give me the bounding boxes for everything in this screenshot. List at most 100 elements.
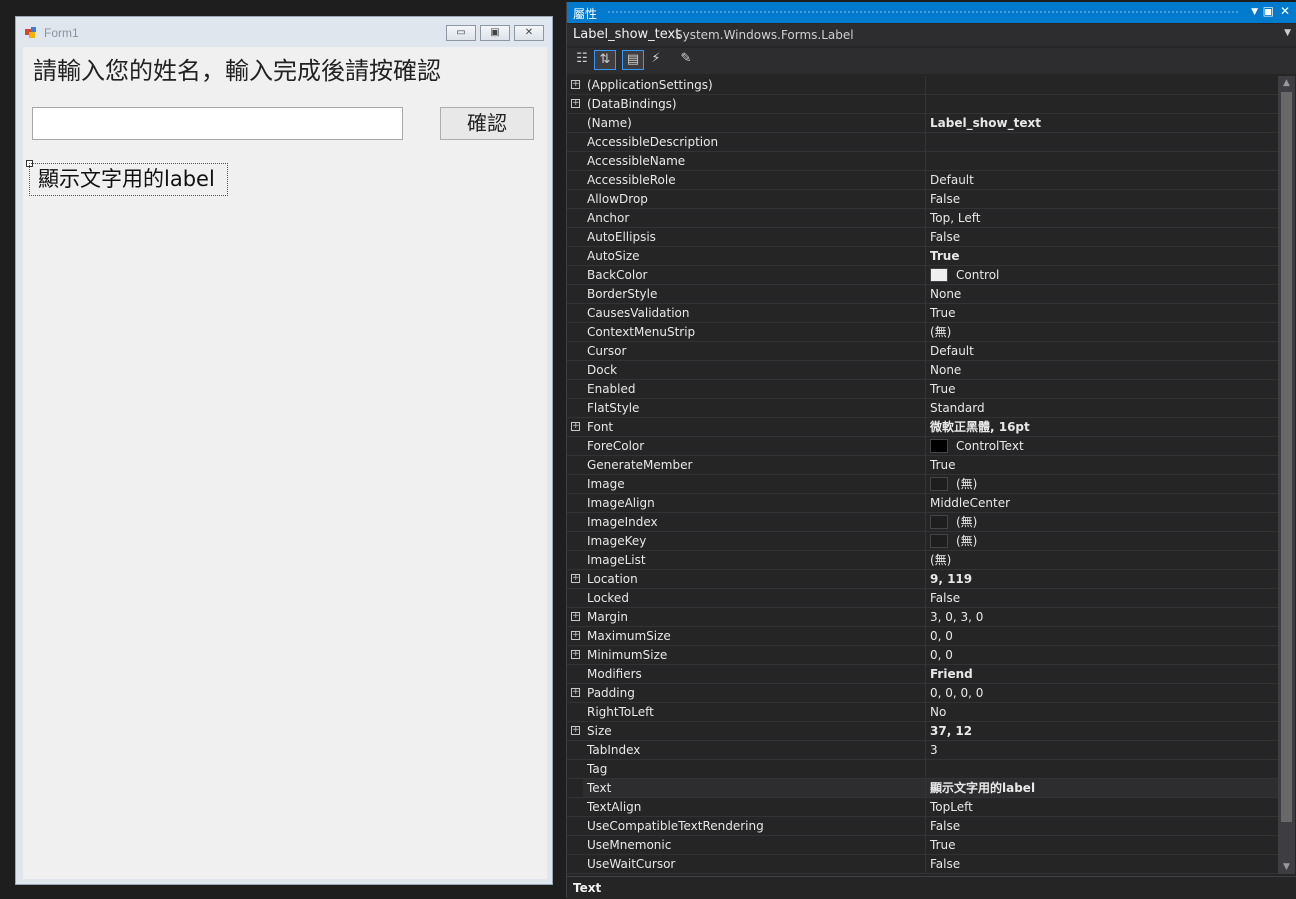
property-value[interactable]: (無) xyxy=(926,323,1278,341)
categorized-icon[interactable]: ☷ xyxy=(571,50,593,70)
maximize-icon[interactable]: ▣ xyxy=(1263,4,1274,18)
property-value[interactable]: False xyxy=(926,228,1278,246)
property-row[interactable]: Tag xyxy=(567,760,1278,779)
property-value[interactable]: 0, 0 xyxy=(926,627,1278,645)
property-row[interactable]: CausesValidation True xyxy=(567,304,1278,323)
property-row[interactable]: AutoEllipsis False xyxy=(567,228,1278,247)
property-value[interactable]: 0, 0, 0, 0 xyxy=(926,684,1278,702)
property-row[interactable]: BackColor Control xyxy=(567,266,1278,285)
property-row[interactable]: + (DataBindings) xyxy=(567,95,1278,114)
property-row[interactable]: AutoSize True xyxy=(567,247,1278,266)
form-window[interactable]: Form1 ▭ ▣ ✕ 請輸入您的姓名，輸入完成後請按確認 確認 顯示文字用的l… xyxy=(15,16,553,885)
expand-icon[interactable]: + xyxy=(571,650,580,659)
events-icon[interactable]: ⚡ xyxy=(645,50,667,70)
property-value[interactable]: False xyxy=(926,589,1278,607)
property-value[interactable]: Friend xyxy=(926,665,1278,683)
property-row[interactable]: AccessibleRole Default xyxy=(567,171,1278,190)
maximize-button[interactable]: ▣ xyxy=(480,25,510,41)
property-value[interactable]: Control xyxy=(926,266,1278,284)
property-pages-icon[interactable]: ✎ xyxy=(675,50,697,70)
scroll-down-icon[interactable]: ▼ xyxy=(1278,860,1295,874)
properties-titlebar[interactable]: 屬性 ▼ ▣ ✕ xyxy=(567,2,1296,23)
property-value[interactable]: No xyxy=(926,703,1278,721)
property-row[interactable]: Image (無) xyxy=(567,475,1278,494)
property-value[interactable]: (無) xyxy=(926,475,1278,493)
property-value[interactable] xyxy=(926,152,1278,170)
property-value[interactable]: (無) xyxy=(926,513,1278,531)
property-row[interactable]: Dock None xyxy=(567,361,1278,380)
close-icon[interactable]: ✕ xyxy=(1280,4,1290,18)
alphabetical-icon[interactable]: ⇅ xyxy=(594,50,616,70)
property-row[interactable]: BorderStyle None xyxy=(567,285,1278,304)
property-value[interactable]: Default xyxy=(926,171,1278,189)
expand-icon[interactable]: + xyxy=(571,688,580,697)
property-row[interactable]: Text 顯示文字用的label xyxy=(567,779,1278,798)
property-row[interactable]: Locked False xyxy=(567,589,1278,608)
object-selector[interactable]: Label_show_text System.Windows.Forms.Lab… xyxy=(567,24,1296,46)
property-value[interactable]: Label_show_text xyxy=(926,114,1278,132)
property-value[interactable]: False xyxy=(926,855,1278,873)
property-value[interactable]: Top, Left xyxy=(926,209,1278,227)
property-value[interactable]: TopLeft xyxy=(926,798,1278,816)
property-value[interactable]: 顯示文字用的label xyxy=(926,779,1278,797)
property-value[interactable] xyxy=(926,95,1278,113)
property-row[interactable]: RightToLeft No xyxy=(567,703,1278,722)
chevron-down-icon[interactable]: ▼ xyxy=(1284,28,1291,38)
expand-icon[interactable]: + xyxy=(571,631,580,640)
property-value[interactable]: 37, 12 xyxy=(926,722,1278,740)
property-value[interactable]: 3, 0, 3, 0 xyxy=(926,608,1278,626)
property-row[interactable]: ImageList (無) xyxy=(567,551,1278,570)
property-value[interactable]: 3 xyxy=(926,741,1278,759)
expand-icon[interactable]: + xyxy=(571,422,580,431)
property-value[interactable]: False xyxy=(926,190,1278,208)
scroll-thumb[interactable] xyxy=(1281,92,1292,822)
property-value[interactable]: 微軟正黑體, 16pt xyxy=(926,418,1278,436)
property-value[interactable] xyxy=(926,133,1278,151)
property-row[interactable]: ForeColor ControlText xyxy=(567,437,1278,456)
property-row[interactable]: AllowDrop False xyxy=(567,190,1278,209)
minimize-button[interactable]: ▭ xyxy=(446,25,476,41)
property-scrollbar[interactable]: ▲ ▼ xyxy=(1278,76,1295,874)
property-row[interactable]: + Padding 0, 0, 0, 0 xyxy=(567,684,1278,703)
property-value[interactable]: (無) xyxy=(926,551,1278,569)
property-row[interactable]: ImageKey (無) xyxy=(567,532,1278,551)
property-value[interactable] xyxy=(926,76,1278,94)
property-value[interactable]: True xyxy=(926,247,1278,265)
property-row[interactable]: (Name) Label_show_text xyxy=(567,114,1278,133)
property-row[interactable]: ImageIndex (無) xyxy=(567,513,1278,532)
property-row[interactable]: GenerateMember True xyxy=(567,456,1278,475)
property-row[interactable]: ContextMenuStrip (無) xyxy=(567,323,1278,342)
property-value[interactable]: True xyxy=(926,380,1278,398)
property-value[interactable]: (無) xyxy=(926,532,1278,550)
property-row[interactable]: Anchor Top, Left xyxy=(567,209,1278,228)
property-row[interactable]: UseWaitCursor False xyxy=(567,855,1278,874)
expand-icon[interactable]: + xyxy=(571,612,580,621)
property-row[interactable]: + MinimumSize 0, 0 xyxy=(567,646,1278,665)
property-row[interactable]: + MaximumSize 0, 0 xyxy=(567,627,1278,646)
property-row[interactable]: Enabled True xyxy=(567,380,1278,399)
property-row[interactable]: UseCompatibleTextRendering False xyxy=(567,817,1278,836)
property-row[interactable]: + (ApplicationSettings) xyxy=(567,76,1278,95)
property-value[interactable]: MiddleCenter xyxy=(926,494,1278,512)
properties-icon[interactable]: ▤ xyxy=(622,50,644,70)
scroll-up-icon[interactable]: ▲ xyxy=(1278,76,1295,90)
property-value[interactable]: True xyxy=(926,836,1278,854)
property-row[interactable]: + Location 9, 119 xyxy=(567,570,1278,589)
form-titlebar[interactable]: Form1 ▭ ▣ ✕ xyxy=(16,17,552,47)
property-row[interactable]: AccessibleName xyxy=(567,152,1278,171)
property-value[interactable]: Standard xyxy=(926,399,1278,417)
property-row[interactable]: TabIndex 3 xyxy=(567,741,1278,760)
close-button[interactable]: ✕ xyxy=(514,25,544,41)
dropdown-icon[interactable]: ▼ xyxy=(1251,7,1258,17)
property-row[interactable]: TextAlign TopLeft xyxy=(567,798,1278,817)
property-row[interactable]: ImageAlign MiddleCenter xyxy=(567,494,1278,513)
property-row[interactable]: Modifiers Friend xyxy=(567,665,1278,684)
expand-icon[interactable]: + xyxy=(571,99,580,108)
confirm-button[interactable]: 確認 xyxy=(440,107,534,140)
property-row[interactable]: + Size 37, 12 xyxy=(567,722,1278,741)
property-value[interactable] xyxy=(926,760,1278,778)
property-row[interactable]: FlatStyle Standard xyxy=(567,399,1278,418)
property-value[interactable]: 0, 0 xyxy=(926,646,1278,664)
expand-icon[interactable]: + xyxy=(571,574,580,583)
property-row[interactable]: UseMnemonic True xyxy=(567,836,1278,855)
